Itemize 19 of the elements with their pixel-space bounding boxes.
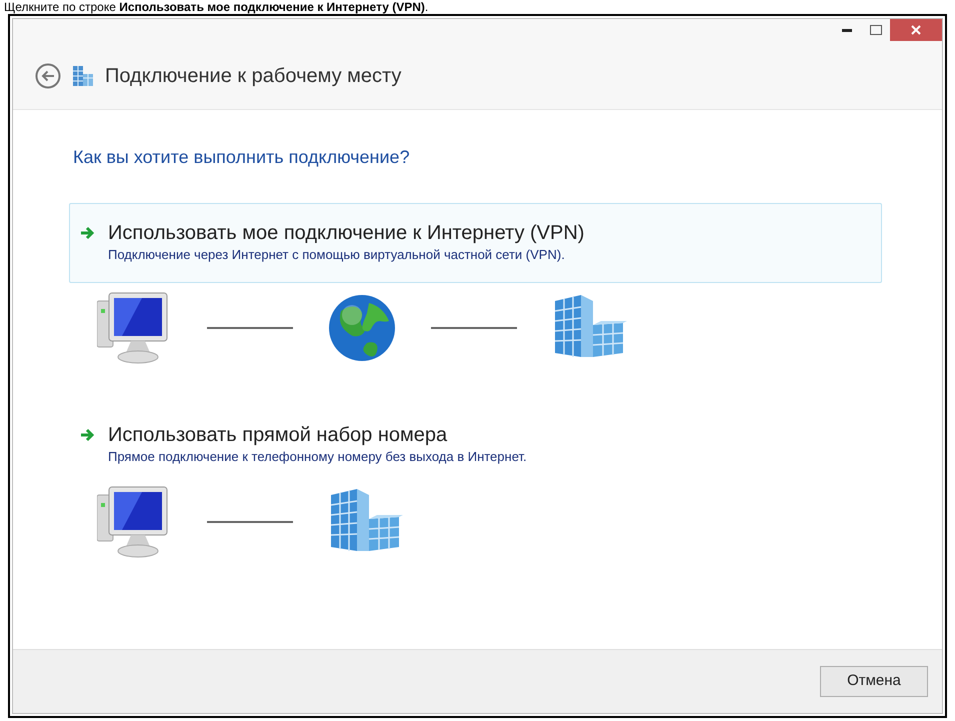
cancel-button[interactable]: Отмена	[820, 666, 928, 697]
building-icon	[71, 65, 95, 87]
window-title: Подключение к рабочему месту	[105, 64, 402, 89]
minimize-icon	[842, 28, 852, 32]
maximize-icon	[870, 25, 882, 35]
close-icon	[911, 25, 921, 35]
instruction-text: Щелкните по строке Использовать мое подключение к Интернету (VPN).	[3, 0, 430, 14]
question-heading: Как вы хотите выполнить подключение?	[72, 146, 411, 169]
option-title: Использовать прямой набор номера	[108, 423, 448, 448]
globe-icon	[327, 293, 397, 363]
arrow-icon	[80, 428, 96, 442]
option-title: Использовать мое подключение к Интернету (VPN)	[108, 221, 584, 246]
arrow-icon	[80, 226, 96, 240]
connection-option[interactable]: Использовать прямой набор номера Прямое подключение к телефонному номеру без выхода в Интернет.	[69, 409, 882, 477]
option-description: Подключение через Интернет с помощью виртуальной частной сети (VPN).	[108, 246, 566, 264]
connection-option[interactable]: Использовать мое подключение к Интернету (VPN) Подключение через Интернет с помощью виртуальной частной сети (VPN).	[69, 203, 882, 283]
back-button[interactable]	[35, 63, 61, 89]
option-description: Прямое подключение к телефонному номеру без выхода в Интернет.	[108, 448, 527, 466]
close-button[interactable]	[890, 19, 942, 41]
